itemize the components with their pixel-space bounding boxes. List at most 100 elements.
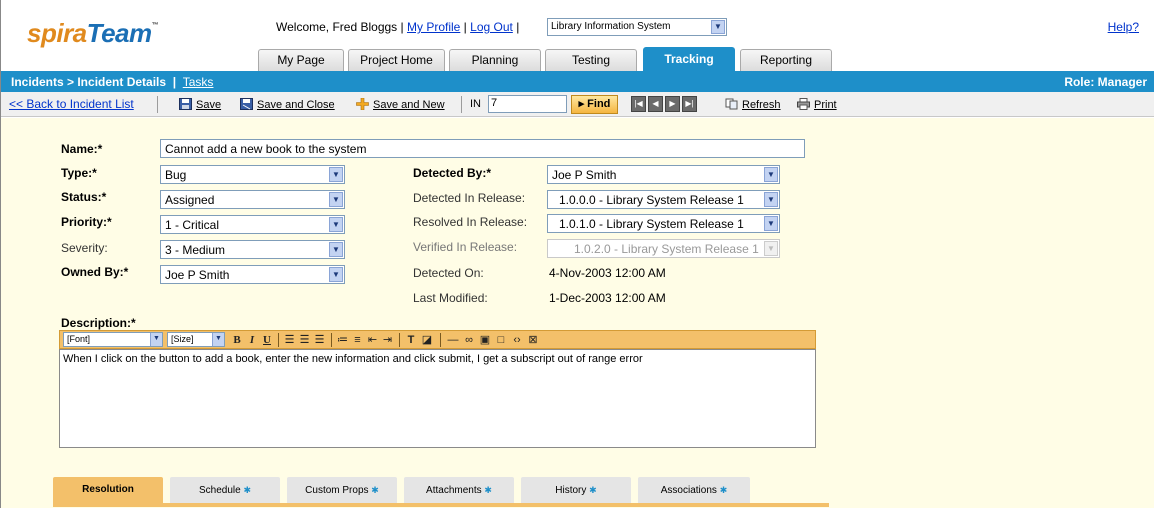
resolved-in-release-label: Resolved In Release: (413, 215, 528, 229)
chevron-down-icon: ▼ (764, 216, 778, 231)
tab-associations[interactable]: Associations ✱ (638, 477, 750, 503)
resolved-in-release-select[interactable]: 1.0.1.0 - Library System Release 1 ▼ (547, 214, 780, 233)
tab-my-page[interactable]: My Page (258, 49, 344, 71)
priority-label: Priority:* (61, 215, 112, 229)
tab-history[interactable]: History ✱ (521, 477, 631, 503)
type-label: Type:* (61, 166, 97, 180)
chevron-down-icon: ▼ (764, 167, 778, 182)
tasks-link[interactable]: Tasks (183, 75, 214, 89)
font-select[interactable]: [Font] ▼ (63, 332, 163, 347)
detected-in-release-select[interactable]: 1.0.0.0 - Library System Release 1 ▼ (547, 190, 780, 209)
breadcrumb-text[interactable]: Incidents > Incident Details (11, 75, 166, 89)
back-to-incident-list-link[interactable]: << Back to Incident List (9, 97, 134, 111)
incident-details-form: Name:* Cannot add a new book to the syst… (1, 118, 1154, 508)
last-modified-label: Last Modified: (413, 291, 488, 305)
status-select[interactable]: Assigned ▼ (160, 190, 345, 209)
next-record-icon[interactable]: ▶ (665, 96, 680, 112)
tab-testing[interactable]: Testing (545, 49, 637, 71)
tab-custom-props[interactable]: Custom Props ✱ (287, 477, 397, 503)
name-input[interactable]: Cannot add a new book to the system (160, 139, 805, 158)
ordered-list-icon[interactable]: ≔ (336, 333, 349, 347)
refresh-label: Refresh (742, 99, 781, 111)
table-icon[interactable]: □ (494, 333, 508, 347)
save-and-new-button[interactable]: Save and New (356, 98, 445, 111)
align-center-icon[interactable]: ☰ (298, 333, 311, 347)
fullscreen-icon[interactable]: ⊠ (526, 333, 540, 347)
tab-history-label: History (555, 485, 587, 496)
status-label: Status:* (61, 190, 107, 204)
outdent-icon[interactable]: ⇤ (366, 333, 379, 347)
project-select[interactable]: Library Information System ▼ (547, 18, 727, 36)
italic-icon[interactable]: I (246, 333, 258, 347)
print-button[interactable]: Print (797, 98, 837, 111)
find-button[interactable]: ▸ Find (571, 95, 618, 114)
save-and-close-button[interactable]: Save and Close (240, 98, 335, 111)
tab-underline (53, 503, 829, 507)
detected-by-select[interactable]: Joe P Smith ▼ (547, 165, 780, 184)
chevron-down-icon: ▼ (329, 217, 343, 232)
toolbar: << Back to Incident List Save Save and C… (1, 92, 1154, 117)
size-select-value: [Size] (171, 334, 194, 344)
save-button[interactable]: Save (179, 98, 221, 111)
previous-record-icon[interactable]: ◀ (648, 96, 663, 112)
highlight-color-icon[interactable]: ◪ (420, 333, 434, 347)
size-select[interactable]: [Size] ▼ (167, 332, 225, 347)
floppy-disk-icon (179, 98, 192, 110)
welcome-bar: Welcome, Fred Bloggs | My Profile | Log … (276, 20, 519, 34)
bold-icon[interactable]: B (231, 333, 243, 347)
last-record-icon[interactable]: ▶| (682, 96, 697, 112)
text-color-icon[interactable]: T (404, 333, 418, 347)
severity-select-value: 3 - Medium (165, 243, 226, 257)
description-editor[interactable]: When I click on the button to add a book… (59, 349, 816, 448)
horizontal-rule-icon[interactable]: — (446, 333, 460, 347)
incident-id-input[interactable]: 7 (488, 95, 567, 113)
detected-in-release-label: Detected In Release: (413, 191, 526, 205)
separator: | (400, 20, 404, 34)
indent-icon[interactable]: ⇥ (381, 333, 394, 347)
type-select-value: Bug (165, 168, 187, 182)
owned-by-label: Owned By:* (61, 265, 129, 279)
tab-reporting[interactable]: Reporting (740, 49, 832, 71)
breadcrumb: Incidents > Incident Details | Tasks (11, 75, 213, 89)
type-select[interactable]: Bug ▼ (160, 165, 345, 184)
chevron-down-icon: ▼ (764, 241, 778, 256)
priority-select-value: 1 - Critical (165, 218, 220, 232)
chevron-down-icon: ▼ (329, 242, 343, 257)
tab-attachments[interactable]: Attachments ✱ (404, 477, 514, 503)
description-label: Description:* (61, 316, 136, 330)
tab-project-home[interactable]: Project Home (348, 49, 445, 71)
spirateam-logo[interactable]: spiraTeam™ (27, 18, 159, 49)
status-select-value: Assigned (165, 193, 215, 207)
owned-by-select[interactable]: Joe P Smith ▼ (160, 265, 345, 284)
help-link[interactable]: Help? (1108, 20, 1139, 34)
refresh-button[interactable]: Refresh (725, 98, 781, 111)
tab-schedule-label: Schedule (198, 485, 241, 496)
chevron-down-icon: ▼ (764, 192, 778, 207)
tab-planning[interactable]: Planning (449, 49, 541, 71)
image-icon[interactable]: ▣ (478, 333, 492, 347)
align-left-icon[interactable]: ☰ (283, 333, 296, 347)
separator: | (463, 20, 467, 34)
unordered-list-icon[interactable]: ≡ (351, 333, 364, 347)
underline-icon[interactable]: U (261, 333, 273, 347)
log-out-link[interactable]: Log Out (470, 20, 513, 34)
priority-select[interactable]: 1 - Critical ▼ (160, 215, 345, 234)
link-icon[interactable]: ∞ (462, 333, 476, 347)
toolbar-divider (399, 333, 400, 347)
tab-resolution[interactable]: Resolution (53, 477, 163, 503)
source-code-icon[interactable]: ‹› (510, 333, 524, 347)
welcome-text: Welcome, Fred Bloggs (276, 20, 398, 34)
tab-attachments-label: Attachments (426, 485, 482, 496)
detected-on-label: Detected On: (413, 266, 484, 280)
name-label: Name:* (61, 142, 103, 156)
printer-icon (797, 98, 810, 110)
breadcrumb-bar: Incidents > Incident Details | Tasks Rol… (1, 71, 1154, 92)
tab-schedule[interactable]: Schedule ✱ (170, 477, 280, 503)
align-right-icon[interactable]: ☰ (313, 333, 326, 347)
severity-select[interactable]: 3 - Medium ▼ (160, 240, 345, 259)
breadcrumb-divider: | (172, 75, 177, 89)
my-profile-link[interactable]: My Profile (407, 20, 460, 34)
first-record-icon[interactable]: |◀ (631, 96, 646, 112)
tab-tracking[interactable]: Tracking (643, 47, 735, 71)
print-label: Print (814, 99, 837, 111)
